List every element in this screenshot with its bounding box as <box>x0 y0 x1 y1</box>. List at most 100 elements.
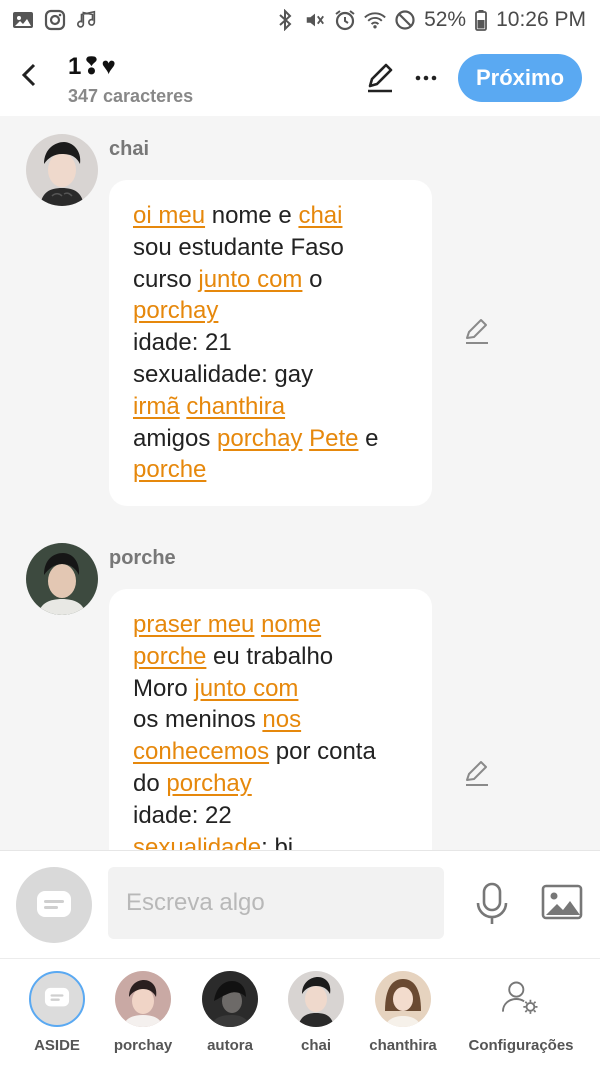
aside-tab-avatar <box>29 971 85 1027</box>
character-count: 347 caracteres <box>68 86 194 106</box>
message-line: praser meu nome <box>133 609 412 641</box>
instagram-notification-icon <box>44 9 66 31</box>
image-icon <box>541 884 583 920</box>
insert-image-button[interactable] <box>540 883 584 923</box>
message-text-segment: sexualidade: gay <box>133 360 314 388</box>
avatar <box>202 971 258 1027</box>
message-line: curso junto com o <box>133 264 412 296</box>
battery-percent: 52% <box>424 8 467 31</box>
chat-bubble-icon <box>37 891 71 917</box>
chat-area[interactable]: chai oi meu nome e chai sou estudante Fas… <box>0 116 600 850</box>
tab-aside[interactable]: ASIDE <box>12 971 102 1054</box>
character-link[interactable]: porche <box>133 456 206 483</box>
tab-label: Configurações <box>468 1037 574 1054</box>
character-link[interactable]: chai <box>298 202 342 229</box>
back-button[interactable] <box>14 60 44 90</box>
music-notification-icon <box>76 9 98 31</box>
alarm-icon <box>334 9 356 31</box>
character-link[interactable]: porchay <box>217 425 302 452</box>
message-bubble[interactable]: oi meu nome e chai sou estudante Faso curs… <box>109 180 432 507</box>
wifi-icon <box>364 9 386 31</box>
message-text-segment: : bi <box>261 833 294 850</box>
chevron-left-icon <box>21 63 36 87</box>
editor-header: 1❢♥ 347 caracteres Próximo <box>0 40 600 116</box>
tab-chanthira[interactable]: chanthira <box>358 971 448 1054</box>
avatar-porche-image <box>26 543 98 615</box>
avatar-autora-image <box>202 971 258 1027</box>
message-line: sexualidade: bi <box>133 832 412 850</box>
message-text-segment: idade: 22 <box>133 801 232 829</box>
message-text-segment: por conta <box>269 738 376 766</box>
character-link[interactable]: sexualidade <box>133 834 261 850</box>
chat-bubble-icon <box>44 987 70 1007</box>
message-text-segment: e <box>358 424 379 452</box>
message-line: conhecemos por conta <box>133 736 412 768</box>
avatar-chanthira-image <box>375 971 431 1027</box>
tab-label: chai <box>300 1037 331 1054</box>
tab-label: ASIDE <box>34 1037 80 1054</box>
message-text-segment: amigos <box>133 424 218 452</box>
tab-label: porchay <box>113 1037 173 1054</box>
pencil-icon <box>466 319 488 344</box>
message-text-segment: os meninos <box>133 706 263 734</box>
character-link[interactable]: junto com <box>194 675 298 702</box>
message-line: Moro junto com <box>133 673 412 705</box>
character-link[interactable]: irmã <box>133 393 180 420</box>
message-text-segment: Moro <box>133 674 195 702</box>
more-options-button[interactable] <box>412 62 440 94</box>
edit-message-button[interactable] <box>462 758 492 788</box>
tab-autora[interactable]: autora <box>185 971 275 1054</box>
message-text-segment: o <box>302 265 323 293</box>
avatar-chai-image <box>26 134 98 206</box>
message-line: porche <box>133 454 412 486</box>
message-input[interactable] <box>108 867 444 939</box>
edit-message-button[interactable] <box>462 316 492 346</box>
message-text-segment: sou estudante Faso <box>133 233 344 261</box>
message-text: praser meu nome porche eu trabalho Moro ju… <box>133 609 412 850</box>
tab-porchay[interactable]: porchay <box>98 971 188 1054</box>
voice-record-button[interactable] <box>472 881 512 927</box>
message-bubble[interactable]: praser meu nome porche eu trabalho Moro ju… <box>109 589 432 850</box>
character-link[interactable]: porchay <box>166 770 251 797</box>
character-link[interactable]: porche <box>133 643 206 670</box>
character-tab-bar: ASIDE porchay autora chai chanthira Conf… <box>0 958 600 1067</box>
message-text-segment: nome e <box>205 202 299 229</box>
avatar <box>288 971 344 1027</box>
tab-label: autora <box>207 1037 253 1054</box>
character-link[interactable]: conhecemos <box>133 738 269 765</box>
character-link[interactable]: junto com <box>198 266 302 293</box>
character-link[interactable]: nome <box>261 611 321 638</box>
character-link[interactable]: chanthira <box>186 393 285 420</box>
settings-user-icon <box>493 971 549 1027</box>
do-not-disturb-icon <box>394 9 416 31</box>
message-text-segment: curso <box>133 265 199 293</box>
character-link[interactable]: Pete <box>309 425 358 452</box>
message-line: sexualidade: gay <box>133 359 412 391</box>
character-link[interactable]: praser meu <box>133 611 254 638</box>
character-link[interactable]: oi meu <box>133 202 205 229</box>
next-button[interactable]: Próximo <box>458 54 582 102</box>
pencil-icon <box>466 761 488 786</box>
message-line: idade: 21 <box>133 327 412 359</box>
avatar[interactable] <box>26 134 98 206</box>
avatar[interactable] <box>26 543 98 615</box>
page-title: 1❢♥ <box>68 53 116 80</box>
status-bar: 52% 10:26 PM <box>0 0 600 40</box>
character-link[interactable]: nos <box>262 706 301 733</box>
aside-button[interactable] <box>16 867 92 943</box>
tab-settings[interactable]: Configurações <box>469 971 574 1054</box>
avatar <box>375 971 431 1027</box>
message-line: porche eu trabalho <box>133 641 412 673</box>
message-line: porchay <box>133 295 412 327</box>
message-line: irmã chanthira <box>133 391 412 423</box>
message-text-segment: idade: 21 <box>133 329 232 357</box>
message-line: os meninos nos <box>133 704 412 736</box>
character-link[interactable]: porchay <box>133 297 218 324</box>
edit-title-button[interactable] <box>364 62 396 94</box>
message-line: sou estudante Faso <box>133 232 412 264</box>
tab-chai[interactable]: chai <box>271 971 361 1054</box>
message-author: chai <box>109 138 150 160</box>
message-text: oi meu nome e chai sou estudante Faso curs… <box>133 200 412 486</box>
avatar <box>115 971 171 1027</box>
pencil-icon <box>368 63 393 93</box>
